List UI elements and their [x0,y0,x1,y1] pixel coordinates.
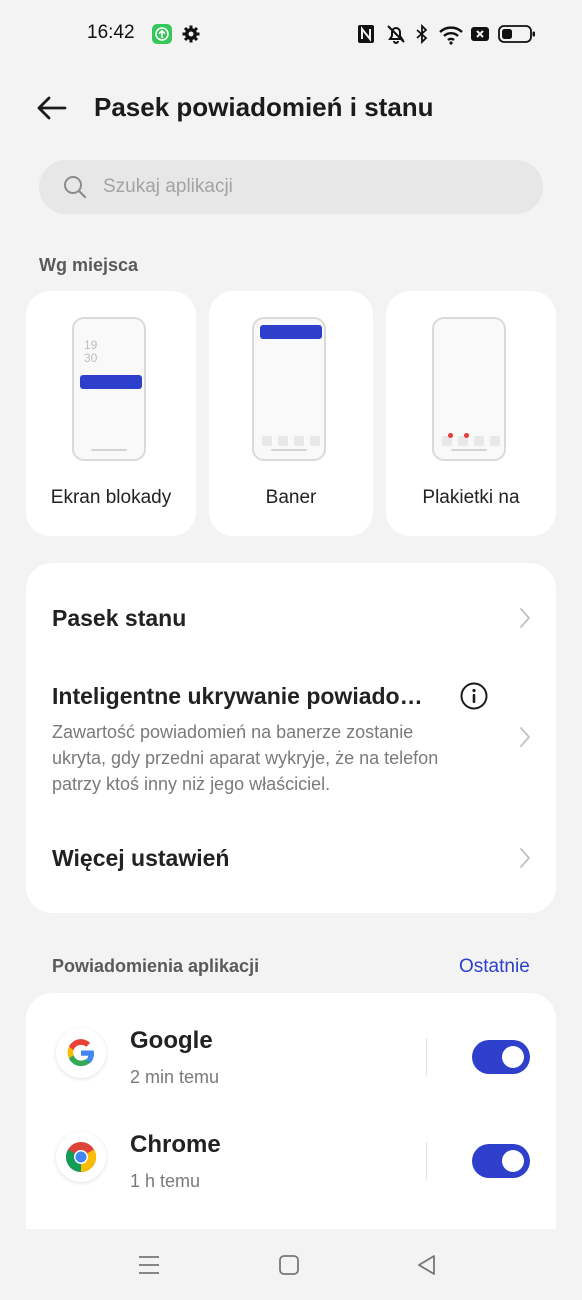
app-row-chrome[interactable]: Chrome 1 h temu [26,1107,556,1207]
section-label-placement: Wg miejsca [39,255,139,275]
app-name: Google [130,1027,213,1054]
settings-card: Pasek stanu Inteligentne ukrywanie powia… [26,563,556,913]
home-indicator [271,449,307,451]
chrome-notifications-toggle[interactable] [472,1144,530,1178]
home-indicator [451,449,487,451]
chrome-icon [56,1132,106,1182]
status-bar-row-title: Pasek stanu [52,605,187,631]
app-update-icon [152,24,172,44]
banner-preview [252,317,326,461]
mute-icon [384,22,408,46]
home-icon[interactable] [277,1253,301,1277]
lock-screen-preview: 19 30 [72,317,146,461]
app-name: Chrome [130,1131,221,1158]
search-icon [64,176,87,199]
divider [426,1142,427,1180]
dock-preview [262,436,320,446]
badge-dot [464,433,469,438]
info-icon[interactable] [460,682,488,710]
gear-icon [181,24,201,44]
status-bar-settings-row[interactable]: Pasek stanu [26,583,556,653]
status-time: 16:42 [87,22,135,43]
placement-card-label: Baner [265,487,317,508]
google-icon [56,1028,106,1078]
sort-recent-link[interactable]: Ostatnie [459,956,530,978]
chevron-right-icon [520,727,530,747]
app-notifications-label: Powiadomienia aplikacji [52,956,260,976]
dock-preview [442,433,500,446]
banner-preview-bar [260,325,322,339]
search-bar[interactable] [39,160,543,214]
google-notifications-toggle[interactable] [472,1040,530,1074]
nfc-icon [356,22,376,46]
toggle-knob [502,1150,524,1172]
divider [426,1038,427,1076]
smart-hide-title: Inteligentne ukrywanie powiado… [52,683,423,709]
back-arrow-icon [37,96,67,120]
home-indicator [91,449,127,451]
wifi-icon [437,22,465,46]
battery-icon [498,22,536,46]
app-list-card: Google 2 min temu Chrome 1 h temu [26,993,556,1233]
page-title: Pasek powiadomień i stanu [94,92,434,122]
placement-card-banner[interactable]: Baner [209,291,373,536]
placement-card-badges[interactable]: Plakietki na [386,291,556,536]
toggle-knob [502,1046,524,1068]
back-button[interactable] [34,92,70,124]
chevron-right-icon [520,608,530,628]
app-time: 2 min temu [130,1067,220,1087]
back-icon[interactable] [415,1253,439,1277]
more-settings-title: Więcej ustawień [52,845,230,871]
app-time: 1 h temu [130,1171,201,1191]
app-row-google[interactable]: Google 2 min temu [26,1003,556,1103]
chevron-right-icon [520,848,530,868]
placement-card-lock-screen[interactable]: 19 30 Ekran blokady [26,291,196,536]
no-sim-icon [470,22,490,46]
badge-dot [448,433,453,438]
notification-preview-bar [80,375,142,389]
menu-icon[interactable] [137,1253,161,1277]
bluetooth-icon [414,22,430,46]
search-input[interactable] [103,160,523,214]
navigation-bar [0,1229,582,1300]
more-settings-row[interactable]: Więcej ustawień [26,823,556,893]
placement-card-label: Plakietki na [422,487,520,508]
smart-hide-description: Zawartość powiadomień na banerze zostani… [52,722,439,794]
placement-card-label: Ekran blokady [50,487,172,508]
preview-clock-minute: 30 [84,351,98,365]
badges-preview [432,317,506,461]
